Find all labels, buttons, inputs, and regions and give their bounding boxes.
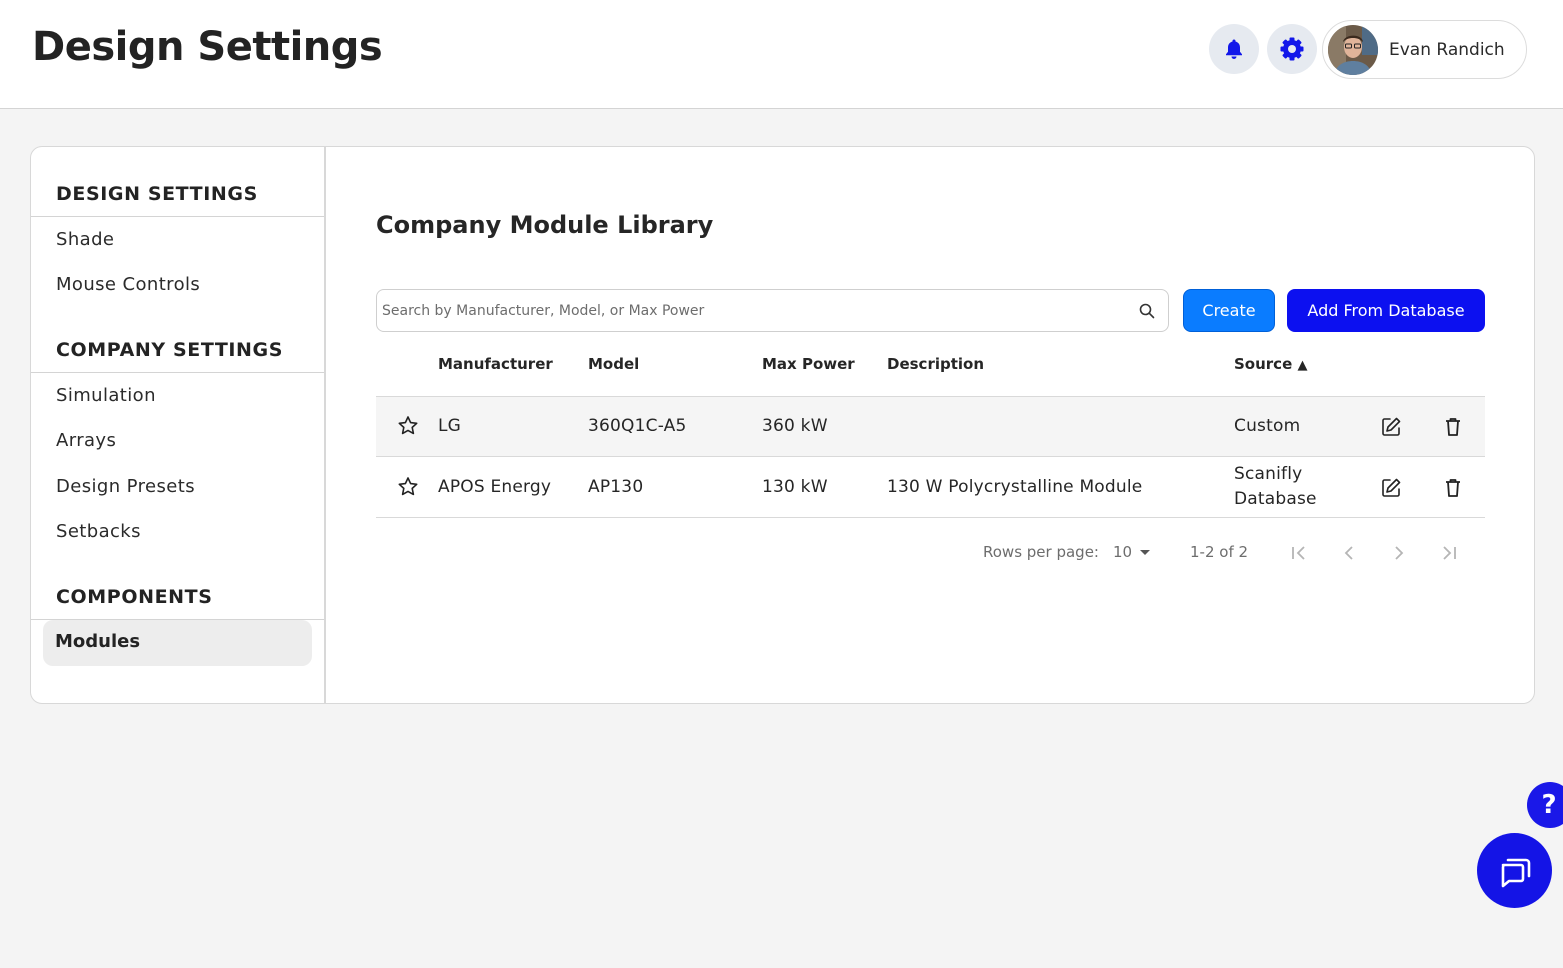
sidebar-item-simulation[interactable]: Simulation	[56, 385, 156, 406]
add-from-database-button[interactable]: Add From Database	[1287, 289, 1485, 332]
column-header-source[interactable]: Source ▲	[1234, 355, 1307, 373]
sidebar-item-mouse-controls[interactable]: Mouse Controls	[56, 274, 200, 295]
search-icon[interactable]	[1138, 302, 1156, 320]
last-page-icon[interactable]	[1438, 542, 1460, 564]
rows-per-page-value: 10	[1113, 543, 1133, 561]
gear-icon	[1280, 37, 1304, 61]
cell-source-line1: Scanifly	[1234, 464, 1303, 484]
column-header-description[interactable]: Description	[887, 355, 984, 373]
first-page-icon[interactable]	[1288, 542, 1310, 564]
table-divider	[376, 517, 1485, 518]
divider	[31, 372, 324, 373]
create-button[interactable]: Create	[1183, 289, 1275, 332]
cell-model: 360Q1C-A5	[588, 416, 687, 436]
section-title-design-settings: DESIGN SETTINGS	[56, 183, 258, 205]
star-icon[interactable]	[396, 475, 420, 499]
next-page-icon[interactable]	[1388, 542, 1410, 564]
cell-source-line2: Database	[1234, 489, 1317, 509]
section-title-company-settings: COMPANY SETTINGS	[56, 339, 284, 361]
search-input[interactable]	[382, 290, 1132, 331]
trash-icon[interactable]	[1441, 415, 1465, 439]
cell-source: Custom	[1234, 416, 1301, 436]
settings-card: DESIGN SETTINGS Shade Mouse Controls COM…	[30, 146, 1535, 704]
sidebar-item-shade[interactable]: Shade	[56, 229, 114, 250]
cell-description: 130 W Polycrystalline Module	[887, 477, 1143, 497]
column-header-label: Source	[1234, 355, 1293, 373]
column-header-max-power[interactable]: Max Power	[762, 355, 855, 373]
main-content: Company Module Library Create Add From D…	[328, 147, 1534, 703]
section-title-components: COMPONENTS	[56, 586, 213, 608]
chat-button[interactable]	[1477, 833, 1552, 908]
column-header-model[interactable]: Model	[588, 355, 639, 373]
rows-per-page-label: Rows per page:	[983, 543, 1099, 561]
trash-icon[interactable]	[1441, 476, 1465, 500]
edit-icon[interactable]	[1379, 476, 1403, 500]
top-header: Design Settings Evan Randich	[0, 0, 1563, 109]
sidebar-item-modules[interactable]: Modules	[43, 620, 312, 666]
divider	[31, 216, 324, 217]
sidebar-item-setbacks[interactable]: Setbacks	[56, 521, 141, 542]
pagination-range: 1-2 of 2	[1190, 543, 1249, 561]
sort-ascending-icon: ▲	[1297, 358, 1308, 373]
search-box	[376, 289, 1169, 332]
library-title: Company Module Library	[376, 211, 714, 239]
star-icon[interactable]	[396, 414, 420, 438]
cell-manufacturer: LG	[438, 416, 462, 436]
rows-per-page-select[interactable]: 10	[1111, 541, 1159, 565]
dropdown-arrow-icon	[1140, 550, 1150, 555]
sidebar-item-design-presets[interactable]: Design Presets	[56, 476, 195, 497]
table-row[interactable]	[376, 397, 1485, 456]
user-name: Evan Randich	[1389, 39, 1505, 60]
previous-page-icon[interactable]	[1338, 542, 1360, 564]
chat-icon	[1501, 858, 1530, 887]
help-button[interactable]: ?	[1527, 782, 1563, 828]
bell-icon	[1226, 39, 1242, 59]
page-title: Design Settings	[32, 24, 383, 70]
cell-max-power: 360 kW	[762, 416, 828, 436]
sidebar-item-label: Modules	[55, 631, 141, 652]
sidebar-item-arrays[interactable]: Arrays	[56, 430, 116, 451]
settings-sidebar: DESIGN SETTINGS Shade Mouse Controls COM…	[31, 147, 326, 703]
settings-button[interactable]	[1267, 24, 1317, 74]
cell-model: AP130	[588, 477, 644, 497]
edit-icon[interactable]	[1379, 415, 1403, 439]
avatar	[1328, 24, 1378, 75]
user-menu[interactable]: Evan Randich	[1322, 20, 1527, 79]
cell-manufacturer: APOS Energy	[438, 477, 552, 497]
column-header-manufacturer[interactable]: Manufacturer	[438, 355, 553, 373]
cell-max-power: 130 kW	[762, 477, 828, 497]
notifications-button[interactable]	[1209, 24, 1259, 74]
